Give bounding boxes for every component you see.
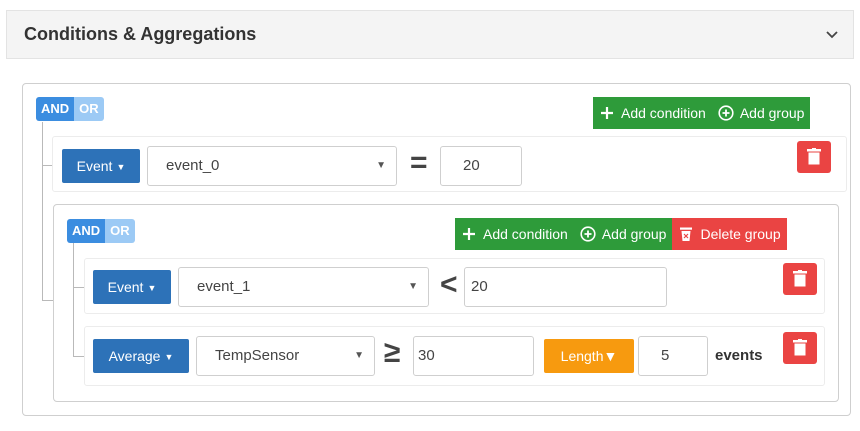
rule-type-dropdown[interactable]: Event ▼	[62, 149, 140, 183]
panel-header[interactable]: Conditions & Aggregations	[6, 10, 854, 59]
field-select[interactable]: event_0 ▼	[147, 146, 397, 186]
caret-down-icon: ▼	[147, 283, 157, 293]
rule-type-dropdown[interactable]: Event ▼	[93, 270, 171, 304]
value-input[interactable]: 20	[440, 146, 522, 186]
window-type-dropdown[interactable]: Length▼	[544, 339, 634, 373]
add-condition-label: Add condition	[483, 226, 568, 242]
window-type-label: Length	[560, 348, 604, 364]
caret-down-icon: ▼	[603, 348, 618, 364]
delete-group-label: Delete group	[700, 226, 781, 242]
field-select[interactable]: TempSensor ▼	[196, 336, 375, 376]
tree-line	[73, 243, 74, 356]
delete-group-button[interactable]: Delete group	[672, 218, 787, 250]
trash-icon	[807, 148, 821, 165]
plus-circle-icon	[718, 105, 734, 121]
root-actions: Add condition Add group	[593, 97, 811, 129]
plus-icon	[601, 107, 613, 119]
chevron-down-icon[interactable]	[825, 28, 839, 42]
window-length-value: 5	[661, 347, 670, 364]
root-and-or-toggle[interactable]: AND OR	[36, 97, 104, 121]
panel-title: Conditions & Aggregations	[24, 24, 257, 44]
delete-rule-button[interactable]	[797, 141, 831, 173]
window-length-input[interactable]: 5	[638, 336, 708, 376]
add-group-label: Add group	[739, 105, 805, 121]
group-actions: Add condition Add group Delete group	[455, 218, 787, 250]
value-text: 30	[418, 347, 435, 364]
trash-icon	[793, 339, 807, 356]
and-toggle[interactable]: AND	[67, 219, 106, 243]
select-arrow-icon: ▼	[376, 160, 386, 171]
field-value: event_0	[166, 157, 220, 174]
window-unit-label: events	[715, 347, 763, 364]
delete-rule-button[interactable]	[783, 263, 817, 295]
group-and-or-toggle[interactable]: AND OR	[67, 219, 135, 243]
select-arrow-icon: ▼	[408, 281, 418, 292]
delete-rule-button[interactable]	[783, 332, 817, 364]
or-toggle[interactable]: OR	[105, 219, 135, 243]
add-condition-label: Add condition	[621, 105, 706, 121]
rule-type-dropdown[interactable]: Average ▼	[93, 339, 189, 373]
add-group-label: Add group	[601, 226, 667, 242]
add-group-button[interactable]: Add group	[711, 97, 811, 129]
plus-circle-icon	[580, 226, 596, 242]
trash-icon	[680, 227, 693, 241]
select-arrow-icon: ▼	[354, 350, 364, 361]
tree-line	[42, 122, 43, 301]
caret-down-icon: ▼	[116, 162, 126, 172]
caret-down-icon: ▼	[164, 352, 174, 362]
field-value: TempSensor	[215, 347, 300, 364]
plus-icon	[463, 228, 475, 240]
operator-select[interactable]: <	[440, 268, 458, 302]
field-select[interactable]: event_1 ▼	[178, 267, 429, 307]
operator-select[interactable]: =	[410, 146, 428, 180]
value-input[interactable]: 30	[413, 336, 534, 376]
value-text: 20	[463, 157, 480, 174]
operator-select[interactable]: ≥	[384, 336, 400, 370]
value-input[interactable]: 20	[464, 267, 667, 307]
trash-icon	[793, 270, 807, 287]
add-condition-button[interactable]: Add condition	[593, 97, 712, 129]
add-group-button[interactable]: Add group	[573, 218, 673, 250]
add-condition-button[interactable]: Add condition	[455, 218, 574, 250]
rule-type-label: Average	[108, 348, 161, 364]
value-text: 20	[471, 278, 488, 295]
or-toggle[interactable]: OR	[74, 97, 104, 121]
and-toggle[interactable]: AND	[36, 97, 75, 121]
rule-type-label: Event	[76, 158, 113, 174]
rule-type-label: Event	[107, 279, 144, 295]
field-value: event_1	[197, 278, 251, 295]
